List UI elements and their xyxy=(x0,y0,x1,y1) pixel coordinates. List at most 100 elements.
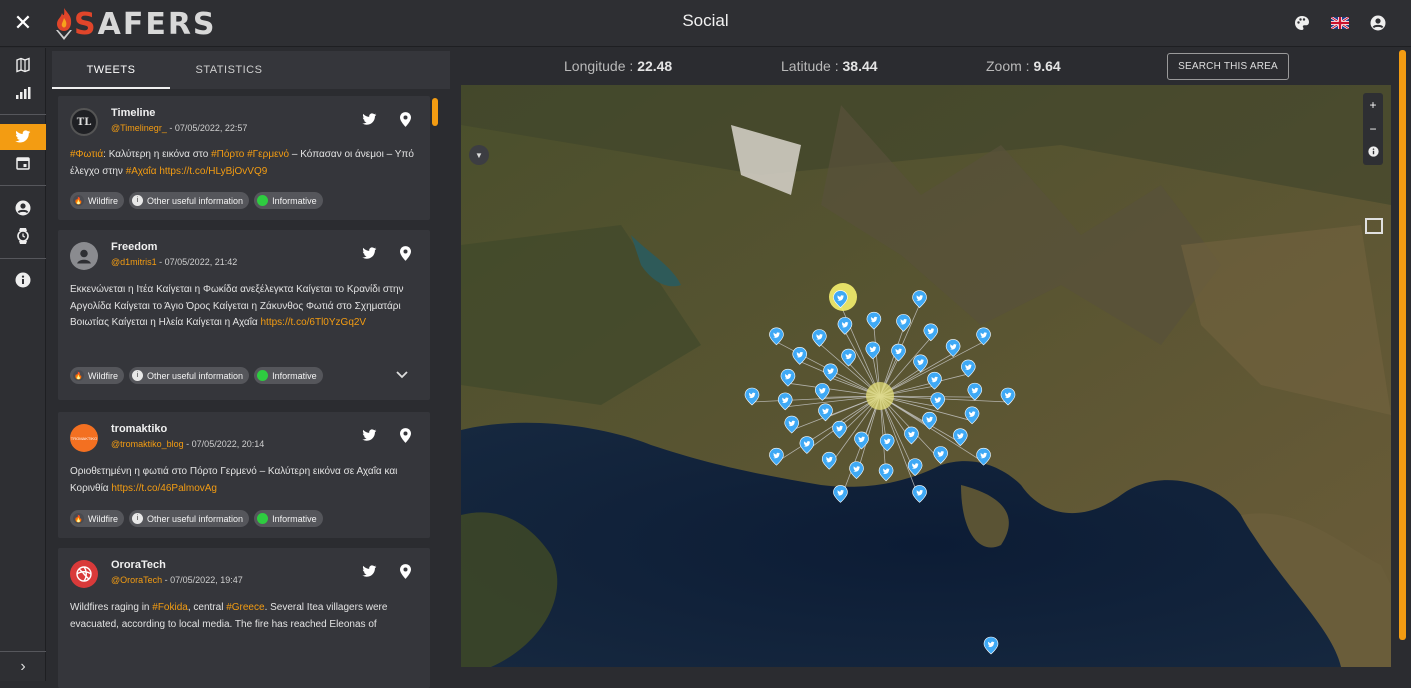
tweet-map-marker[interactable] xyxy=(983,636,999,655)
location-pin-icon[interactable] xyxy=(396,110,414,128)
tweet-link[interactable]: #Greece xyxy=(226,602,264,613)
info-icon[interactable] xyxy=(0,267,46,293)
bar-chart-icon[interactable] xyxy=(0,80,46,106)
uk-flag-icon[interactable] xyxy=(1329,12,1351,34)
tweet-map-marker[interactable] xyxy=(769,447,784,466)
tweet-map-marker[interactable] xyxy=(792,347,808,365)
tweet-card[interactable]: OroraTech @OroraTech - 07/05/2022, 19:47 W… xyxy=(58,548,430,688)
tweet-map-marker[interactable] xyxy=(823,363,838,382)
chip-other-useful-information[interactable]: i Other useful information xyxy=(129,192,250,209)
search-this-area-button[interactable]: SEARCH THIS AREA xyxy=(1167,53,1289,80)
tweet-map-marker[interactable] xyxy=(922,411,937,430)
tweet-link[interactable]: https://t.co/6Tl0YzGq2V xyxy=(261,317,367,328)
page-scrollbar[interactable] xyxy=(1399,50,1406,640)
twitter-nav-icon[interactable] xyxy=(0,124,46,150)
zoom-out-button[interactable]: − xyxy=(1363,122,1383,136)
feed-scrollbar[interactable] xyxy=(432,98,438,126)
chip-wildfire[interactable]: 🔥 Wildfire xyxy=(70,367,125,384)
tweet-map-marker[interactable] xyxy=(744,387,760,406)
chip-wildfire[interactable]: 🔥 Wildfire xyxy=(70,192,125,209)
tweet-map-marker[interactable] xyxy=(912,485,927,503)
tab-tweets[interactable]: TWEETS xyxy=(52,51,170,89)
twitter-icon[interactable] xyxy=(360,110,378,128)
tweet-card[interactable]: TROMAKTIKO tromaktiko @tromaktiko_blog - 0… xyxy=(58,412,430,538)
satellite-map[interactable]: ▼ + − xyxy=(461,85,1391,667)
tweet-map-marker[interactable] xyxy=(904,426,919,445)
tweet-map-marker[interactable] xyxy=(976,327,991,346)
compass-icon[interactable] xyxy=(1363,146,1383,160)
user-icon[interactable] xyxy=(0,195,46,221)
tweet-map-marker[interactable] xyxy=(907,458,923,477)
tweet-map-marker[interactable] xyxy=(799,436,815,454)
tweet-link[interactable]: #Πόρτο xyxy=(211,149,244,160)
tweet-handle[interactable]: @OroraTech xyxy=(111,575,162,585)
palette-icon[interactable] xyxy=(1291,12,1313,34)
tweet-map-marker[interactable] xyxy=(854,431,869,450)
tweet-map-marker[interactable] xyxy=(879,433,895,452)
tweet-card[interactable]: TL Timeline @Timelinegr_ - 07/05/2022, 22:… xyxy=(58,96,430,220)
tweet-map-marker[interactable] xyxy=(952,428,968,447)
tweet-map-marker[interactable] xyxy=(865,341,881,360)
account-icon[interactable] xyxy=(1367,12,1389,34)
tweet-link[interactable]: #Αχαΐα xyxy=(126,166,157,177)
twitter-icon[interactable] xyxy=(360,426,378,444)
tweet-map-marker[interactable] xyxy=(891,343,906,362)
tweet-map-marker[interactable] xyxy=(777,392,793,411)
tweet-map-marker[interactable] xyxy=(927,371,942,390)
tweet-map-marker[interactable] xyxy=(912,290,927,309)
tweet-map-marker[interactable] xyxy=(896,314,911,332)
chip-informative[interactable]: Informative xyxy=(254,367,323,384)
tweet-map-marker[interactable] xyxy=(964,406,980,425)
tweet-handle[interactable]: @Timelinegr_ xyxy=(111,123,167,133)
twitter-icon[interactable] xyxy=(360,244,378,262)
chip-informative[interactable]: Informative xyxy=(254,192,323,209)
location-pin-icon[interactable] xyxy=(396,426,414,444)
close-icon[interactable]: ✕ xyxy=(10,10,36,36)
draw-area-icon[interactable] xyxy=(1365,218,1383,234)
tweet-map-marker[interactable] xyxy=(769,327,784,346)
chip-informative[interactable]: Informative xyxy=(254,510,323,527)
tweet-map-marker[interactable] xyxy=(967,382,983,401)
tweet-map-marker[interactable] xyxy=(818,403,833,422)
tweet-link[interactable]: #Fokida xyxy=(152,602,188,613)
tweet-map-marker[interactable] xyxy=(841,348,856,367)
tweet-map-marker[interactable] xyxy=(933,446,948,464)
tweet-handle[interactable]: @d1mitris1 xyxy=(111,257,157,267)
tweet-link[interactable]: https://t.co/46PalmovAg xyxy=(111,483,217,494)
calendar-icon[interactable] xyxy=(0,150,46,176)
tweet-map-marker[interactable] xyxy=(1000,387,1016,406)
tweet-link[interactable]: https://t.co/HLyBjOvVQ9 xyxy=(159,166,267,177)
chip-wildfire[interactable]: 🔥 Wildfire xyxy=(70,510,125,527)
chip-other-useful-information[interactable]: i Other useful information xyxy=(129,510,250,527)
location-watch-icon[interactable] xyxy=(0,223,46,249)
tweet-map-marker[interactable] xyxy=(960,359,976,378)
tweet-map-marker[interactable] xyxy=(945,339,961,357)
tweet-map-marker[interactable] xyxy=(976,447,991,466)
tweet-map-marker[interactable] xyxy=(814,383,830,401)
expand-chevron-icon[interactable] xyxy=(394,368,410,384)
tweet-map-marker[interactable] xyxy=(784,415,800,434)
tweet-map-marker[interactable] xyxy=(832,420,847,439)
tweet-map-marker[interactable] xyxy=(930,392,946,411)
filter-icon[interactable]: ▼ xyxy=(469,145,489,165)
tweet-map-marker[interactable] xyxy=(821,451,837,470)
tweet-link[interactable]: #Γερμενό xyxy=(247,149,289,160)
tweet-link[interactable]: #Φωτιά xyxy=(70,149,103,160)
tweet-handle[interactable]: @tromaktiko_blog xyxy=(111,439,184,449)
tweet-map-marker[interactable] xyxy=(878,463,894,482)
tweet-map-marker[interactable] xyxy=(849,461,864,480)
tweet-map-marker[interactable] xyxy=(837,317,853,335)
location-pin-icon[interactable] xyxy=(396,562,414,580)
chip-other-useful-information[interactable]: i Other useful information xyxy=(129,367,250,384)
zoom-in-button[interactable]: + xyxy=(1363,98,1383,112)
twitter-icon[interactable] xyxy=(360,562,378,580)
tweet-map-marker[interactable] xyxy=(833,485,848,503)
tab-statistics[interactable]: STATISTICS xyxy=(170,51,288,89)
expand-rail-chevron-icon[interactable]: › xyxy=(0,651,46,681)
tweet-map-marker[interactable] xyxy=(923,323,939,342)
tweet-map-marker[interactable] xyxy=(866,311,882,330)
tweet-map-marker[interactable] xyxy=(812,329,827,347)
cluster-center[interactable] xyxy=(866,382,894,410)
map-layers-icon[interactable] xyxy=(0,52,46,78)
tweet-card[interactable]: Freedom @d1mitris1 - 07/05/2022, 21:42 Εκκ… xyxy=(58,230,430,400)
